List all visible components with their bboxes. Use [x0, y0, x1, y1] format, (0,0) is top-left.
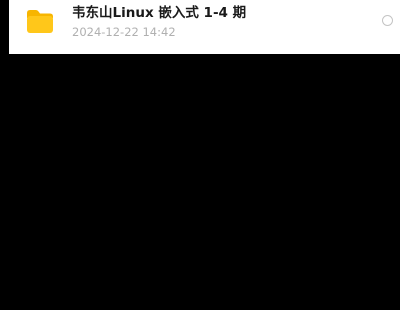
- select-radio-button[interactable]: [382, 15, 393, 26]
- file-modified-time: 2024-12-22 14:42: [72, 25, 176, 39]
- folder-icon: [25, 8, 55, 34]
- file-list-item[interactable]: 韦东山Linux 嵌入式 1-4 期 2024-12-22 14:42: [9, 0, 400, 54]
- screen: 韦东山Linux 嵌入式 1-4 期 2024-12-22 14:42: [0, 0, 400, 310]
- file-name: 韦东山Linux 嵌入式 1-4 期: [72, 5, 247, 21]
